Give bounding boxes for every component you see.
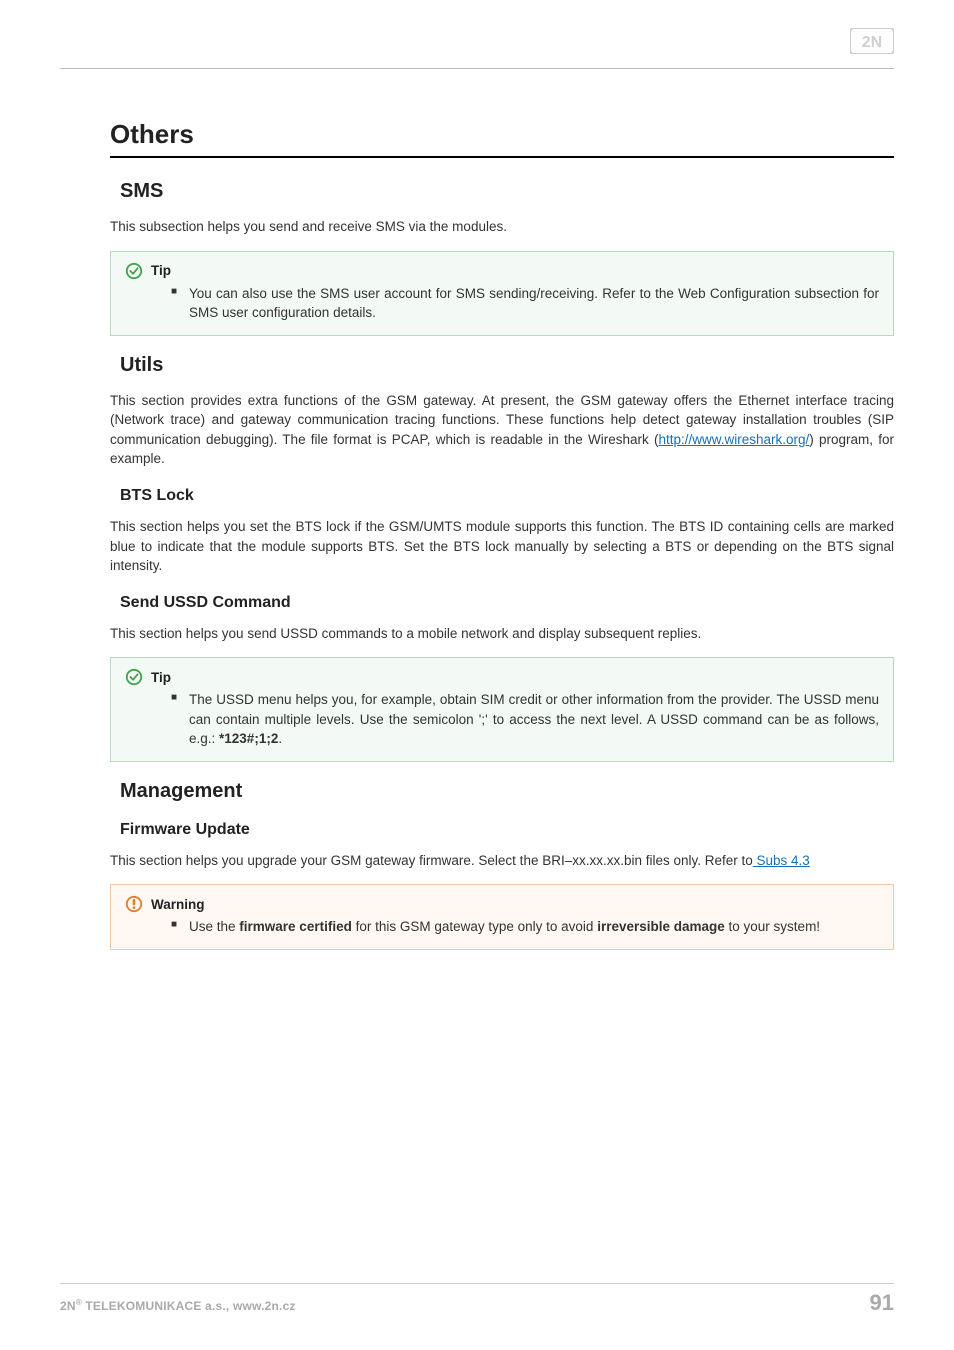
- exclamation-circle-icon: [125, 895, 143, 913]
- tip-item: You can also use the SMS user account fo…: [171, 284, 879, 323]
- fw-para-pre: This section helps you upgrade your GSM …: [110, 853, 753, 868]
- warn-mid: for this GSM gateway type only to avoid: [352, 919, 597, 934]
- check-circle-icon: [125, 262, 143, 280]
- brand-logo-text: 2N: [862, 34, 882, 51]
- firmware-paragraph: This section helps you upgrade your GSM …: [110, 851, 894, 871]
- heading-firmware-update: Firmware Update: [120, 821, 894, 839]
- heading-send-ussd: Send USSD Command: [120, 594, 894, 612]
- brand-logo: 2N: [850, 28, 894, 59]
- footer-left-pre: 2N: [60, 1299, 76, 1313]
- heading-others: Others: [110, 119, 894, 150]
- warning-label: Warning: [151, 897, 205, 912]
- check-circle-icon: [125, 668, 143, 686]
- tip-item-post: .: [278, 731, 282, 746]
- tip-label: Tip: [151, 670, 171, 685]
- warn-pre: Use the: [189, 919, 239, 934]
- tip-item-code: *123#;1;2: [219, 731, 278, 746]
- footer-rule: [60, 1283, 894, 1284]
- page-number: 91: [870, 1290, 894, 1316]
- warn-b1: firmware certified: [239, 919, 352, 934]
- heading-management: Management: [120, 780, 894, 803]
- warn-post: to your system!: [725, 919, 820, 934]
- page-footer: 2N® TELEKOMUNIKACE a.s., www.2n.cz 91: [60, 1283, 894, 1316]
- ussd-paragraph: This section helps you send USSD command…: [110, 624, 894, 644]
- tip-callout-sms: Tip You can also use the SMS user accoun…: [110, 251, 894, 336]
- subs-link[interactable]: Subs 4.3: [753, 853, 810, 868]
- tip-label: Tip: [151, 263, 171, 278]
- heading-utils: Utils: [120, 354, 894, 377]
- wireshark-link[interactable]: http://www.wireshark.org/: [658, 432, 809, 447]
- tip-callout-ussd: Tip The USSD menu helps you, for example…: [110, 657, 894, 762]
- bts-paragraph: This section helps you set the BTS lock …: [110, 517, 894, 576]
- sms-intro: This subsection helps you send and recei…: [110, 217, 894, 237]
- warning-callout: Warning Use the firmware certified for t…: [110, 884, 894, 950]
- footer-company: 2N® TELEKOMUNIKACE a.s., www.2n.cz: [60, 1298, 296, 1313]
- warning-item: Use the firmware certified for this GSM …: [171, 917, 879, 937]
- footer-left-post: TELEKOMUNIKACE a.s., www.2n.cz: [82, 1299, 296, 1313]
- utils-paragraph: This section provides extra functions of…: [110, 391, 894, 469]
- heading-rule: [110, 156, 894, 158]
- heading-sms: SMS: [120, 180, 894, 203]
- heading-bts-lock: BTS Lock: [120, 487, 894, 505]
- tip-item-pre: The USSD menu helps you, for example, ob…: [189, 692, 879, 746]
- tip-item: The USSD menu helps you, for example, ob…: [171, 690, 879, 749]
- warn-b2: irreversible damage: [597, 919, 725, 934]
